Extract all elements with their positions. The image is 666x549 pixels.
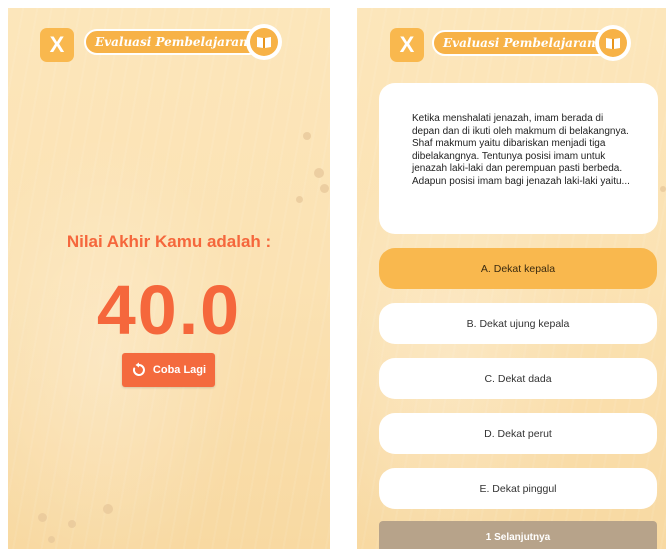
close-button[interactable]: X	[390, 28, 424, 62]
book-badge	[595, 25, 631, 61]
retry-button[interactable]: Coba Lagi	[122, 353, 215, 387]
decor-dot	[103, 504, 113, 514]
option-label: E. Dekat pinggul	[479, 482, 557, 495]
option-label: B. Dekat ujung kepala	[466, 317, 570, 330]
decor-dot	[38, 513, 47, 522]
title-banner: Evaluasi Pembelajaran	[432, 30, 612, 56]
option-c[interactable]: C. Dekat dada	[379, 358, 657, 399]
decor-dot	[320, 184, 329, 193]
option-e[interactable]: E. Dekat pinggul	[379, 468, 657, 509]
decor-dot	[660, 186, 666, 192]
retry-icon	[132, 362, 145, 376]
decor-dot	[48, 536, 55, 543]
close-button[interactable]: X	[40, 28, 74, 62]
app-title: Evaluasi Pembelajaran	[443, 36, 596, 50]
score-label: Nilai Akhir Kamu adalah :	[66, 232, 272, 251]
close-icon: X	[399, 32, 415, 57]
book-icon	[606, 38, 620, 49]
score-value: 40.0	[96, 271, 242, 349]
result-screen: X Evaluasi Pembelajaran Nilai Akhir Kamu…	[8, 8, 330, 549]
option-label: C. Dekat dada	[484, 372, 552, 385]
option-label: D. Dekat perut	[484, 427, 552, 440]
retry-label: Coba Lagi	[152, 364, 207, 376]
decor-dot	[303, 132, 311, 140]
decor-dot	[68, 520, 76, 528]
quiz-screen: X Evaluasi Pembelajaran Ketika menshalat…	[357, 8, 666, 549]
close-icon: X	[49, 32, 65, 57]
next-label: 1 Selanjutnya	[485, 531, 551, 543]
option-label: A. Dekat kepala	[480, 262, 556, 275]
app-title: Evaluasi Pembelajaran	[95, 35, 248, 49]
title-banner: Evaluasi Pembelajaran	[84, 29, 262, 55]
option-d[interactable]: D. Dekat perut	[379, 413, 657, 454]
option-b[interactable]: B. Dekat ujung kepala	[379, 303, 657, 344]
book-badge	[246, 24, 282, 60]
next-button[interactable]: 1 Selanjutnya	[379, 521, 657, 549]
decor-dot	[314, 168, 324, 178]
question-card: Ketika menshalati jenazah, imam berada d…	[379, 83, 658, 234]
option-a[interactable]: A. Dekat kepala	[379, 248, 657, 289]
decor-dot	[296, 196, 303, 203]
book-icon	[257, 37, 271, 48]
question-text: Ketika menshalati jenazah, imam berada d…	[412, 113, 630, 187]
